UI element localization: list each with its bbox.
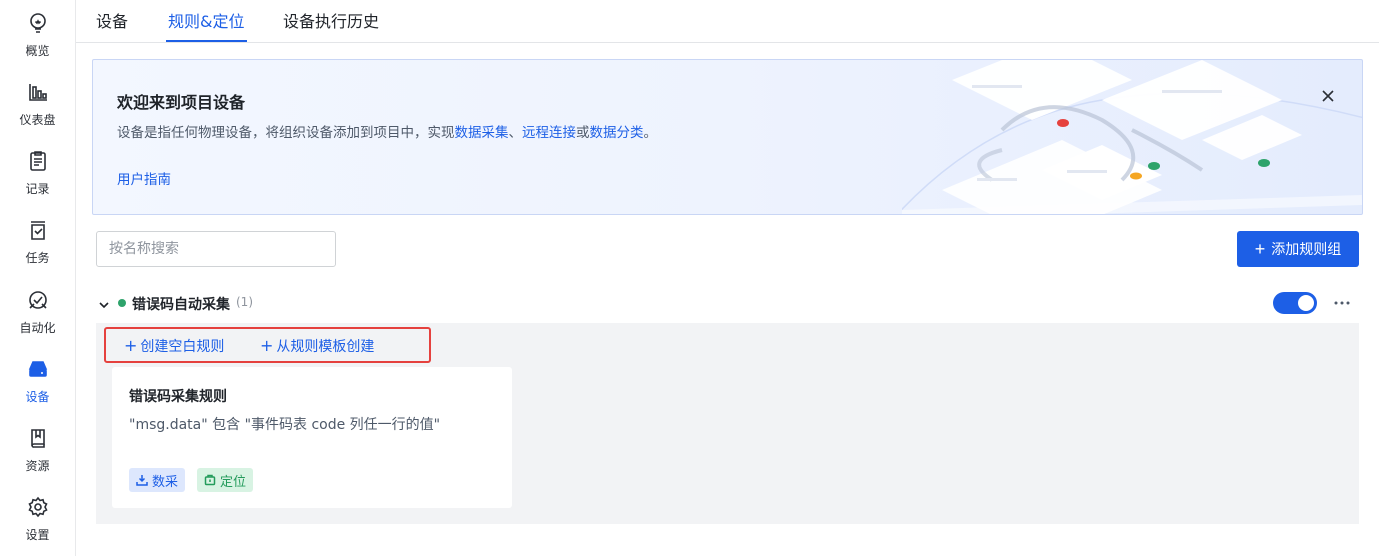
- plus-icon: +: [260, 336, 274, 355]
- user-guide-link[interactable]: 用户指南: [117, 168, 171, 188]
- rule-title: 错误码采集规则: [129, 389, 227, 405]
- banner-title: 欢迎来到项目设备: [117, 93, 246, 112]
- banner-desc-sep: 或: [576, 125, 590, 141]
- gear-icon: [27, 496, 49, 522]
- banner-desc-sep: 、: [508, 125, 523, 141]
- rule-group-header: 错误码自动采集 (1): [96, 290, 1359, 316]
- task-check-icon: [27, 219, 49, 245]
- data-collect-link[interactable]: 数据采集: [455, 125, 509, 141]
- sidebar-item-overview[interactable]: 概览: [0, 12, 75, 72]
- create-from-template-button[interactable]: + 从规则模板创建: [260, 336, 374, 356]
- sidebar-item-settings[interactable]: 设置: [0, 496, 75, 556]
- tab-bar: 设备 规则&定位 设备执行历史: [76, 0, 1379, 43]
- sidebar: 概览 仪表盘 记录 任务 自动化 设备 资源 设置: [0, 0, 76, 556]
- banner-description: 设备是指任何物理设备，将组织设备添加到项目中，实现数据采集、远程连接或数据分类。: [117, 121, 657, 141]
- add-rule-group-label: 添加规则组: [1271, 241, 1342, 257]
- banner-desc-end: 。: [643, 125, 658, 141]
- status-dot: [118, 299, 126, 307]
- active-tab-indicator: [166, 40, 247, 42]
- automation-icon: [27, 289, 49, 315]
- rule-group-name: 错误码自动采集: [132, 297, 230, 313]
- add-rule-group-button[interactable]: + 添加规则组: [1237, 231, 1359, 267]
- sidebar-item-label: 设置: [25, 528, 50, 542]
- sidebar-item-label: 自动化: [19, 321, 56, 335]
- sidebar-item-records[interactable]: 记录: [0, 150, 75, 210]
- book-icon: [27, 427, 49, 453]
- close-banner-button[interactable]: [1320, 88, 1336, 104]
- banner-desc-text: 设备是指任何物理设备，将组织设备添加到项目中，实现: [117, 125, 455, 141]
- sidebar-item-automation[interactable]: 自动化: [0, 289, 75, 349]
- sidebar-item-label: 仪表盘: [19, 113, 56, 127]
- device-icon: [27, 358, 49, 384]
- chevron-down-icon[interactable]: [98, 296, 110, 309]
- welcome-banner: 欢迎来到项目设备 设备是指任何物理设备，将组织设备添加到项目中，实现数据采集、远…: [92, 59, 1363, 215]
- sidebar-item-label: 记录: [25, 182, 50, 196]
- rule-card[interactable]: 错误码采集规则 "msg.data" 包含 "事件码表 code 列任一行的值"…: [112, 367, 512, 508]
- create-blank-rule-label: 创建空白规则: [140, 339, 225, 355]
- create-from-template-label: 从规则模板创建: [276, 339, 375, 355]
- sidebar-item-tasks[interactable]: 任务: [0, 219, 75, 279]
- tag-label: 定位: [220, 474, 247, 490]
- plus-icon: +: [1254, 239, 1266, 259]
- close-icon: [1322, 90, 1334, 102]
- banner-illustration: [902, 60, 1362, 214]
- tag-locate: 定位: [197, 468, 254, 492]
- tab-rules-location[interactable]: 规则&定位: [168, 8, 244, 42]
- tag-data-collect: 数采: [129, 468, 186, 492]
- sidebar-item-label: 概览: [25, 44, 50, 58]
- sidebar-item-label: 设备: [25, 390, 50, 404]
- tab-devices[interactable]: 设备: [96, 8, 128, 42]
- locate-box-icon: [204, 474, 216, 486]
- more-options-button[interactable]: [1332, 290, 1352, 314]
- sidebar-item-label: 资源: [25, 459, 50, 473]
- sidebar-item-resources[interactable]: 资源: [0, 427, 75, 487]
- rule-group-enable-toggle[interactable]: [1273, 292, 1317, 314]
- sidebar-item-devices[interactable]: 设备: [0, 358, 75, 418]
- create-blank-rule-button[interactable]: + 创建空白规则: [124, 336, 224, 356]
- app-root: 概览 仪表盘 记录 任务 自动化 设备 资源 设置 设备 规则&定位 设备执行历…: [0, 0, 1379, 556]
- rule-group-count: (1): [236, 295, 253, 309]
- bulb-icon: [27, 12, 49, 38]
- data-classify-link[interactable]: 数据分类: [590, 125, 644, 141]
- rule-condition: "msg.data" 包含 "事件码表 code 列任一行的值": [129, 417, 441, 433]
- toggle-knob: [1298, 295, 1314, 311]
- tag-label: 数采: [152, 474, 179, 490]
- sidebar-item-label: 任务: [25, 251, 50, 265]
- download-tray-icon: [136, 475, 148, 486]
- more-dots-icon: [1334, 301, 1350, 305]
- remote-connect-link[interactable]: 远程连接: [522, 125, 576, 141]
- tab-device-history[interactable]: 设备执行历史: [283, 8, 379, 42]
- sidebar-item-dashboard[interactable]: 仪表盘: [0, 81, 75, 141]
- plus-icon: +: [124, 336, 138, 355]
- bar-chart-icon: [27, 81, 49, 107]
- clipboard-icon: [27, 150, 49, 176]
- search-input[interactable]: [96, 231, 336, 267]
